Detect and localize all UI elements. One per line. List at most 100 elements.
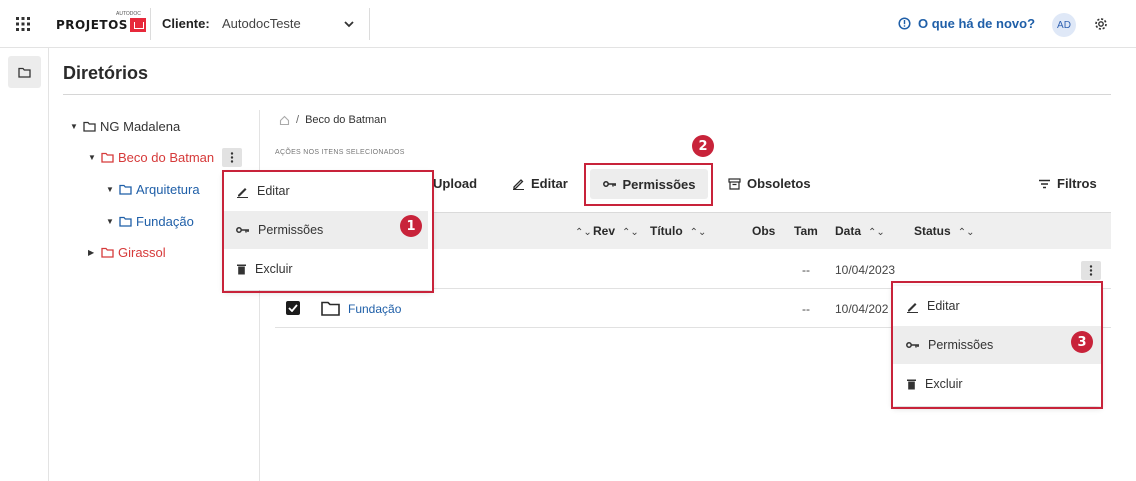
edit-button[interactable]: Editar — [512, 176, 568, 191]
panel-divider — [259, 110, 260, 481]
caret-down-icon[interactable]: ▼ — [106, 185, 115, 194]
folder-icon — [83, 121, 96, 132]
menu-item-label: Excluir — [925, 377, 963, 391]
menu-item-edit[interactable]: Editar — [893, 287, 1101, 325]
menu-item-permissions[interactable]: Permissões — [224, 211, 428, 249]
folder-icon — [321, 301, 340, 316]
column-rev[interactable]: Rev ⌃⌄ — [593, 224, 639, 238]
pencil-icon — [907, 302, 918, 313]
pencil-icon — [513, 179, 524, 190]
obsolete-button[interactable]: Obsoletos — [728, 176, 811, 191]
row-size: -- — [802, 263, 810, 277]
column-label: Título — [650, 224, 683, 238]
menu-item-label: Excluir — [255, 262, 293, 276]
caret-down-icon[interactable]: ▼ — [88, 153, 97, 162]
column-label: Rev — [593, 224, 616, 238]
apps-grid-icon[interactable] — [16, 17, 30, 31]
home-icon[interactable] — [279, 115, 290, 126]
obsolete-label: Obsoletos — [747, 176, 811, 191]
row-name-link[interactable]: Fundação — [348, 302, 401, 316]
menu-item-edit[interactable]: Editar — [224, 172, 432, 210]
tree-item-label: Beco do Batman — [118, 150, 215, 165]
column-date[interactable]: Data ⌃⌄ — [835, 224, 885, 238]
logo-mark-icon — [129, 18, 146, 32]
column-size[interactable]: Tam — [794, 224, 818, 238]
filters-label: Filtros — [1057, 176, 1097, 191]
sort-icon[interactable]: ⌃⌄ — [568, 224, 592, 238]
step-badge-3: 3 — [1071, 331, 1093, 353]
pencil-icon — [237, 187, 248, 198]
sort-icon[interactable]: ⌃⌄ — [868, 227, 885, 238]
menu-item-delete[interactable]: Excluir — [224, 250, 432, 288]
column-title[interactable]: Título ⌃⌄ — [650, 224, 706, 238]
upload-button[interactable]: Upload — [433, 176, 477, 191]
row-context-menu: Editar Permissões Excluir — [893, 286, 1101, 406]
tree-item-girassol[interactable]: ▶ Girassol — [88, 245, 166, 260]
filter-icon — [1039, 179, 1050, 188]
column-label: Status — [914, 224, 951, 238]
top-bar: PROJETOS AUTODOC Cliente: AutodocTeste O… — [0, 0, 1136, 48]
folder-icon — [119, 216, 132, 227]
menu-item-label: Permissões — [928, 338, 994, 352]
whats-new-label: O que há de novo? — [918, 16, 1036, 31]
tree-item-arquitetura[interactable]: ▼ Arquitetura — [106, 182, 200, 197]
sort-icon[interactable]: ⌃⌄ — [690, 227, 707, 238]
kebab-icon — [1089, 265, 1093, 276]
breadcrumb: / Beco do Batman — [279, 114, 386, 126]
row-more-options-button[interactable] — [1081, 261, 1101, 280]
key-icon — [236, 227, 249, 233]
menu-item-permissions[interactable]: Permissões — [893, 326, 1101, 364]
gear-icon[interactable] — [1094, 17, 1108, 31]
folder-icon — [18, 67, 31, 78]
sort-icon[interactable]: ⌃⌄ — [958, 227, 975, 238]
tree-item-beco-do-batman[interactable]: ▼ Beco do Batman — [88, 150, 214, 165]
permissions-label: Permissões — [622, 176, 696, 192]
avatar[interactable]: AD — [1052, 13, 1076, 37]
column-status[interactable]: Status ⌃⌄ — [914, 224, 974, 238]
logo-superscript: AUTODOC — [116, 11, 141, 17]
row-date: 10/04/202 — [835, 302, 889, 316]
sort-icon[interactable]: ⌃⌄ — [622, 227, 639, 238]
step-badge-2: 2 — [692, 135, 714, 157]
info-icon — [898, 17, 911, 30]
permissions-button[interactable]: Permissões — [590, 169, 708, 199]
trash-icon — [907, 379, 916, 390]
menu-item-label: Permissões — [258, 223, 324, 237]
title-divider — [63, 94, 1111, 95]
trash-icon — [237, 264, 246, 275]
folder-icon — [101, 247, 114, 258]
left-rail — [0, 48, 49, 481]
breadcrumb-current: Beco do Batman — [305, 114, 387, 126]
column-obs[interactable]: Obs — [752, 224, 775, 238]
chevron-down-icon[interactable] — [343, 19, 355, 29]
menu-item-delete[interactable]: Excluir — [893, 365, 1101, 403]
tree-item-label: Arquitetura — [136, 182, 200, 197]
actions-section-label: AÇÕES NOS ITENS SELECIONADOS — [275, 149, 405, 156]
tree-item-label: Fundação — [136, 214, 194, 229]
step-badge-1: 1 — [400, 215, 422, 237]
key-icon — [906, 342, 919, 348]
key-icon — [602, 181, 616, 187]
menu-item-label: Editar — [927, 299, 960, 313]
app-logo[interactable]: PROJETOS AUTODOC — [56, 11, 146, 34]
breadcrumb-separator: / — [296, 114, 300, 126]
caret-down-icon[interactable]: ▼ — [70, 122, 79, 131]
row-checkbox[interactable] — [286, 301, 300, 315]
tree-item-fundacao[interactable]: ▼ Fundação — [106, 214, 194, 229]
divider — [369, 8, 370, 40]
logo-text: PROJETOS — [56, 18, 128, 32]
directories-rail-button[interactable] — [8, 56, 41, 88]
kebab-icon — [230, 152, 234, 163]
archive-icon — [728, 177, 741, 190]
caret-right-icon[interactable]: ▶ — [88, 248, 97, 257]
tree-item-label: NG Madalena — [100, 119, 181, 134]
tree-more-options-button[interactable] — [222, 148, 242, 167]
client-select-value[interactable]: AutodocTeste — [222, 16, 301, 31]
filters-button[interactable]: Filtros — [1038, 176, 1097, 191]
whats-new-link[interactable]: O que há de novo? — [898, 16, 1035, 31]
caret-down-icon[interactable]: ▼ — [106, 217, 115, 226]
upload-label: Upload — [433, 176, 478, 191]
row-size: -- — [802, 302, 810, 316]
row-date: 10/04/2023 — [835, 263, 896, 277]
tree-item-ng-madalena[interactable]: ▼ NG Madalena — [70, 119, 180, 134]
